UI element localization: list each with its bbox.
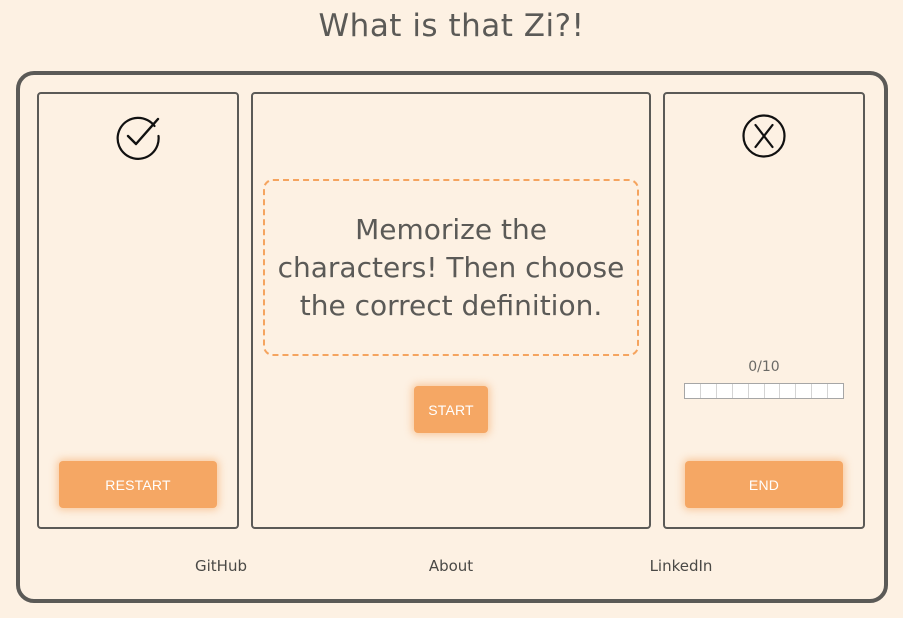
- instructions-box: Memorize the characters! Then choose the…: [263, 179, 639, 356]
- progress-segment: [780, 384, 797, 398]
- instructions-text: Memorize the characters! Then choose the…: [277, 212, 625, 322]
- progress-segment: [701, 384, 717, 398]
- progress-segment: [685, 384, 701, 398]
- score-counter: 0/10: [748, 359, 780, 375]
- progress-segment: [749, 384, 765, 398]
- progress-segment: [765, 384, 781, 398]
- progress-segment: [717, 384, 733, 398]
- progress-segment: [733, 384, 749, 398]
- progress-bar: [684, 383, 844, 399]
- end-button[interactable]: END: [685, 461, 843, 508]
- page-title: What is that Zi?!: [318, 8, 585, 44]
- progress-segment: [828, 384, 843, 398]
- restart-button[interactable]: RESTART: [59, 461, 217, 508]
- progress-segment: [796, 384, 813, 398]
- start-button[interactable]: START: [414, 386, 488, 433]
- x-circle-icon: [740, 112, 788, 160]
- check-circle-icon: [114, 112, 162, 160]
- github-link[interactable]: GitHub: [161, 557, 281, 575]
- progress-segment: [812, 384, 829, 398]
- linkedin-link[interactable]: LinkedIn: [621, 557, 741, 575]
- about-link[interactable]: About: [391, 557, 511, 575]
